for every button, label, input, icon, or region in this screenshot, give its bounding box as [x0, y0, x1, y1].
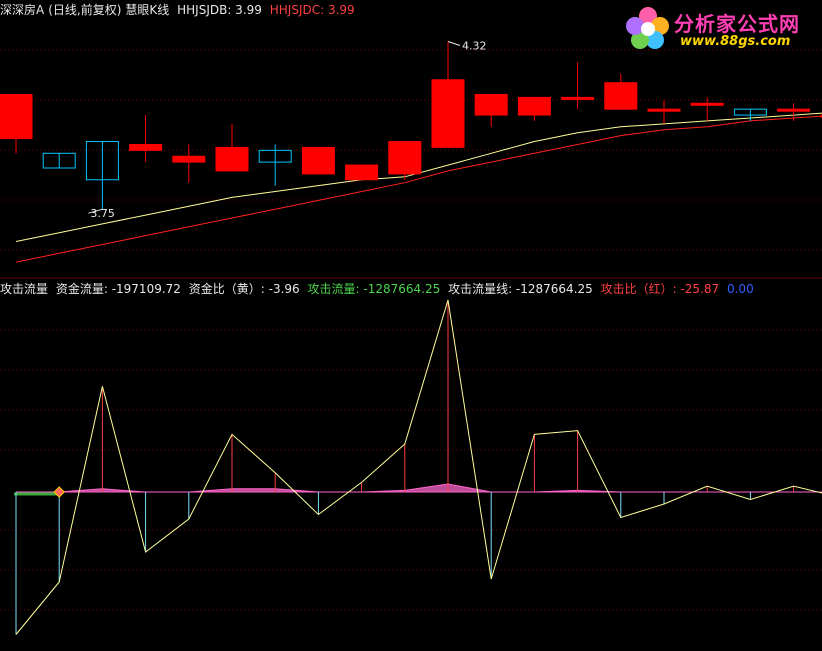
- high-marker: 4.32: [462, 40, 487, 53]
- logo-name: 分析家公式网: [674, 12, 800, 36]
- flower-logo-icon: [626, 7, 669, 49]
- candle-body: [172, 155, 206, 163]
- fund-flow-value: 资金流量: -197109.72: [55, 282, 181, 296]
- candle-body: [129, 143, 163, 151]
- extra-value: 0.00: [726, 282, 754, 296]
- candles: [0, 41, 822, 210]
- candle-body: [474, 93, 508, 116]
- low-marker: 3.75: [90, 207, 115, 220]
- candle-body: [301, 146, 335, 175]
- fund-ratio-area: [16, 483, 822, 493]
- candle-body: [0, 93, 33, 140]
- moving-averages: [15, 112, 822, 263]
- attack-flow-value: 攻击流量: -1287664.25: [307, 282, 441, 296]
- bottom-panel-header: 攻击流量 资金流量: -197109.72 资金比（黄）: -3.96 攻击流量…: [0, 282, 758, 296]
- candle-body: [388, 141, 422, 175]
- indicator-name: 慧眼K线: [125, 3, 170, 17]
- candle-body: [647, 108, 681, 112]
- stock-chart: 4.32 3.75: [0, 40, 822, 635]
- fund-ratio-value: 资金比（黄）: -3.96: [188, 282, 300, 296]
- hhjsjdb-value: HHJSJDB: 3.99: [177, 3, 262, 17]
- candle-body: [690, 102, 724, 106]
- price-markers: 4.32 3.75: [88, 40, 487, 220]
- attack-flow-line-value: 攻击流量线: -1287664.25: [448, 282, 593, 296]
- candle-body: [604, 82, 638, 110]
- flow-line: [15, 299, 822, 635]
- candle-body: [345, 164, 379, 181]
- candle-body: [215, 146, 249, 172]
- candle-body: [517, 96, 551, 116]
- stock-title: 深深房A: [0, 3, 45, 17]
- candle-body: [431, 79, 465, 148]
- bottom-panel-grid: [0, 329, 822, 611]
- hhjsjdc-value: HHJSJDC: 3.99: [269, 3, 355, 17]
- period-label: (日线,前复权): [48, 3, 122, 17]
- logo-url: www.88gs.com: [680, 34, 791, 49]
- high-marker-arrow: [447, 41, 461, 47]
- site-logo: 分析家公式网 www.88gs.com: [622, 2, 818, 54]
- candle-body: [777, 108, 811, 112]
- attack-ratio-value: 攻击比（红）: -25.87: [600, 282, 720, 296]
- candle-body: [561, 96, 595, 100]
- indicator-title: 攻击流量: [0, 282, 49, 296]
- top-panel-header: 深深房A (日线,前复权) 慧眼K线 HHJSJDB: 3.99 HHJSJDC: …: [0, 3, 359, 17]
- ma-short-line: [15, 112, 822, 242]
- flow-indicator: [14, 299, 822, 635]
- ma-long-line: [15, 115, 822, 263]
